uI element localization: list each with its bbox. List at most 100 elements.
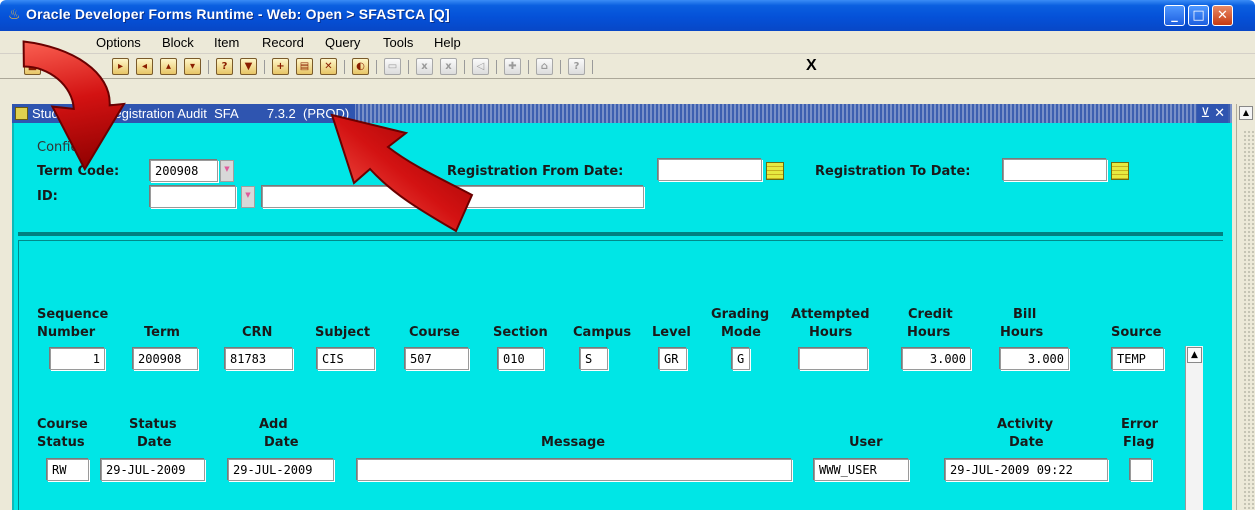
course-header: Course bbox=[409, 325, 460, 340]
student-name-field[interactable] bbox=[262, 186, 644, 208]
print-button[interactable]: ▭ bbox=[384, 58, 401, 75]
registration-from-date-field[interactable] bbox=[658, 159, 762, 181]
prev-record-icon: ▴ bbox=[165, 61, 172, 72]
dropdown-icon: ▼ bbox=[245, 191, 251, 199]
enter-query-button[interactable]: ? bbox=[216, 58, 233, 75]
registration-to-date-label: Registration To Date: bbox=[815, 164, 971, 179]
activity-date-field[interactable]: 29-JUL-2009 09:22 bbox=[945, 459, 1108, 481]
execute-query-icon: ▼ bbox=[244, 61, 253, 72]
toolbar-separator bbox=[496, 60, 497, 74]
prev-block-button[interactable]: ◂ bbox=[136, 58, 153, 75]
term-header: Term bbox=[144, 325, 180, 340]
cut-button[interactable]: x bbox=[416, 58, 433, 75]
level-field[interactable]: GR bbox=[659, 348, 687, 370]
credit-hours-field[interactable]: 3.000 bbox=[902, 348, 971, 370]
minimize-button[interactable]: _ bbox=[1164, 5, 1185, 26]
term-code-lov-button[interactable]: ▼ bbox=[220, 160, 234, 182]
course-status-header-line1: Course bbox=[37, 417, 88, 432]
scroll-up-icon[interactable]: ▲ bbox=[1239, 106, 1253, 120]
calendar-icon[interactable] bbox=[766, 162, 784, 180]
workflow-button[interactable]: ✚ bbox=[504, 58, 521, 75]
bookmark-button[interactable]: ⌂ bbox=[536, 58, 553, 75]
user-field[interactable]: WWW_USER bbox=[814, 459, 909, 481]
clear-button[interactable]: ◐ bbox=[352, 58, 369, 75]
grading-header-line2: Mode bbox=[721, 325, 761, 340]
menu-help[interactable]: Help bbox=[434, 35, 461, 50]
copy-button[interactable]: x bbox=[440, 58, 457, 75]
id-lov-button[interactable]: ▼ bbox=[241, 186, 255, 208]
activity-date-header-line2: Date bbox=[1009, 435, 1044, 450]
speaker-icon: ◁ bbox=[476, 61, 485, 72]
menu-block[interactable]: Block bbox=[162, 35, 194, 50]
help-icon: ? bbox=[573, 61, 580, 72]
next-record-button[interactable]: ▾ bbox=[184, 58, 201, 75]
grading-mode-field[interactable]: G bbox=[732, 348, 750, 370]
lock-record-button[interactable]: ▤ bbox=[296, 58, 313, 75]
scroll-up-icon[interactable]: ▲ bbox=[1187, 347, 1202, 363]
menu-item[interactable]: Item bbox=[214, 35, 239, 50]
sequence-header-line1: Sequence bbox=[37, 307, 109, 322]
term-code-field[interactable]: 200908 bbox=[150, 160, 218, 182]
save-icon: ■ bbox=[27, 61, 38, 72]
course-status-header-line2: Status bbox=[37, 435, 85, 450]
toolbar-separator bbox=[376, 60, 377, 74]
registration-from-date-label: Registration From Date: bbox=[447, 164, 624, 179]
sequence-number-field[interactable]: 1 bbox=[50, 348, 105, 370]
menu-options[interactable]: Options bbox=[96, 35, 141, 50]
form-window-controls[interactable]: ⊻ ✕ bbox=[1197, 104, 1228, 123]
campus-header: Campus bbox=[573, 325, 632, 340]
save-button[interactable]: ■ bbox=[24, 58, 41, 75]
toolbar-separator bbox=[208, 60, 209, 74]
print-icon: ▭ bbox=[387, 61, 398, 72]
insert-record-button[interactable]: + bbox=[272, 58, 289, 75]
id-field[interactable] bbox=[150, 186, 236, 208]
toolbar: ■ ▸ ◂ ▴ ▾ ? ▼ + ▤ ✕ ◐ ▭ x x ◁ ✚ ⌂ ? X bbox=[0, 54, 1255, 79]
calendar-icon[interactable] bbox=[1111, 162, 1129, 180]
crn-field[interactable]: 81783 bbox=[225, 348, 293, 370]
status-date-field[interactable]: 29-JUL-2009 bbox=[101, 459, 205, 481]
crn-header: CRN bbox=[242, 325, 273, 340]
remove-record-icon: ✕ bbox=[324, 61, 333, 72]
campus-field[interactable]: S bbox=[580, 348, 608, 370]
subject-field[interactable]: CIS bbox=[317, 348, 375, 370]
toolbar-separator bbox=[592, 60, 593, 74]
window-title: Oracle Developer Forms Runtime - Web: Op… bbox=[26, 6, 450, 22]
sequence-header-line2: Number bbox=[37, 325, 96, 340]
confidential-label: Confiden bbox=[37, 140, 95, 155]
registration-to-date-field[interactable] bbox=[1003, 159, 1107, 181]
source-field[interactable]: TEMP bbox=[1112, 348, 1164, 370]
message-field[interactable] bbox=[357, 459, 792, 481]
add-date-field[interactable]: 29-JUL-2009 bbox=[228, 459, 334, 481]
dropdown-icon: ▼ bbox=[224, 165, 230, 173]
insert-record-icon: + bbox=[276, 61, 285, 72]
source-header: Source bbox=[1111, 325, 1162, 340]
execute-query-button[interactable]: ▼ bbox=[240, 58, 257, 75]
section-field[interactable]: 010 bbox=[498, 348, 544, 370]
bill-hours-field[interactable]: 3.000 bbox=[1000, 348, 1069, 370]
next-block-button[interactable]: ▸ bbox=[112, 58, 129, 75]
grading-header-line1: Grading bbox=[711, 307, 770, 322]
detail-scrollbar[interactable]: ▲ bbox=[1185, 346, 1203, 510]
menu-record[interactable]: Record bbox=[262, 35, 304, 50]
maximize-button[interactable]: □ bbox=[1188, 5, 1209, 26]
message-header: Message bbox=[541, 435, 606, 450]
attempted-hours-field[interactable] bbox=[799, 348, 868, 370]
status-date-header-line1: Status bbox=[129, 417, 177, 432]
prev-record-button[interactable]: ▴ bbox=[160, 58, 177, 75]
close-button[interactable]: ✕ bbox=[1212, 5, 1233, 26]
menu-tools[interactable]: Tools bbox=[383, 35, 413, 50]
close-icon: ✕ bbox=[1217, 8, 1228, 23]
help-button[interactable]: ? bbox=[568, 58, 585, 75]
course-status-field[interactable]: RW bbox=[47, 459, 89, 481]
error-flag-field[interactable] bbox=[1130, 459, 1152, 481]
course-field[interactable]: 507 bbox=[405, 348, 469, 370]
toolbar-separator bbox=[560, 60, 561, 74]
menu-query[interactable]: Query bbox=[325, 35, 360, 50]
copy-icon: x bbox=[445, 61, 452, 72]
term-field[interactable]: 200908 bbox=[133, 348, 198, 370]
form-icon bbox=[15, 107, 28, 120]
status-date-header-line2: Date bbox=[137, 435, 172, 450]
exit-button[interactable]: X bbox=[806, 57, 817, 75]
remove-record-button[interactable]: ✕ bbox=[320, 58, 337, 75]
audio-button[interactable]: ◁ bbox=[472, 58, 489, 75]
